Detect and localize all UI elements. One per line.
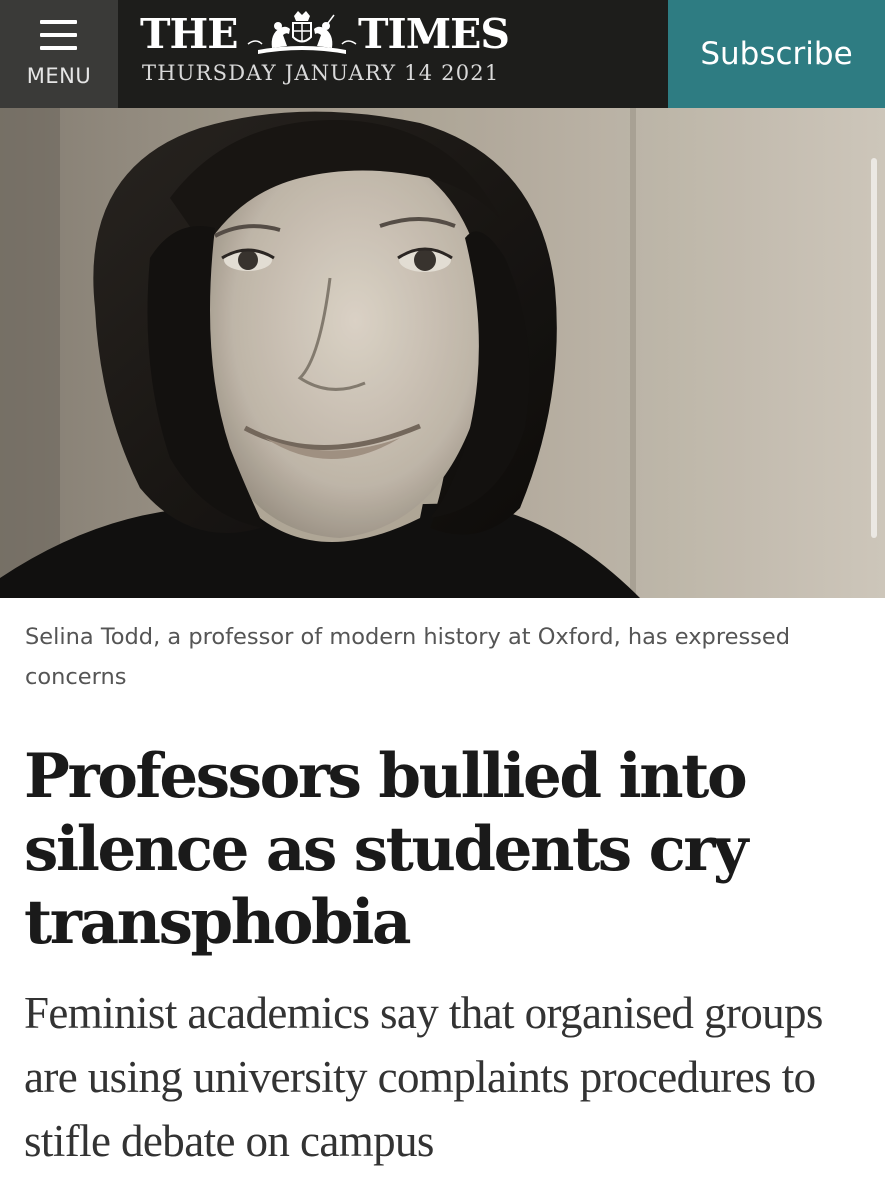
- article-standfirst: Feminist academics say that organised gr…: [24, 988, 823, 1166]
- hamburger-icon: [40, 20, 77, 50]
- masthead-the: THE: [140, 10, 238, 58]
- royal-crest-logo: [247, 11, 357, 54]
- page-scrollbar[interactable]: [871, 158, 877, 538]
- menu-button[interactable]: MENU: [0, 0, 118, 108]
- site-header: MENU THE TIMES THURSDAY JANUARY 14 2021 …: [0, 0, 885, 108]
- menu-label: MENU: [26, 64, 92, 88]
- masthead-times: TIMES: [358, 10, 510, 58]
- subscribe-button[interactable]: Subscribe: [668, 0, 885, 108]
- masthead-logo[interactable]: THE TIMES THURSDAY JANUARY 14 2021: [118, 0, 668, 108]
- article-headline: Professors bullied into silence as stude…: [24, 741, 749, 958]
- hero-photo: [0, 108, 885, 598]
- photo-caption: Selina Todd, a professor of modern histo…: [25, 624, 791, 690]
- edition-date: THURSDAY JANUARY 14 2021: [142, 61, 500, 85]
